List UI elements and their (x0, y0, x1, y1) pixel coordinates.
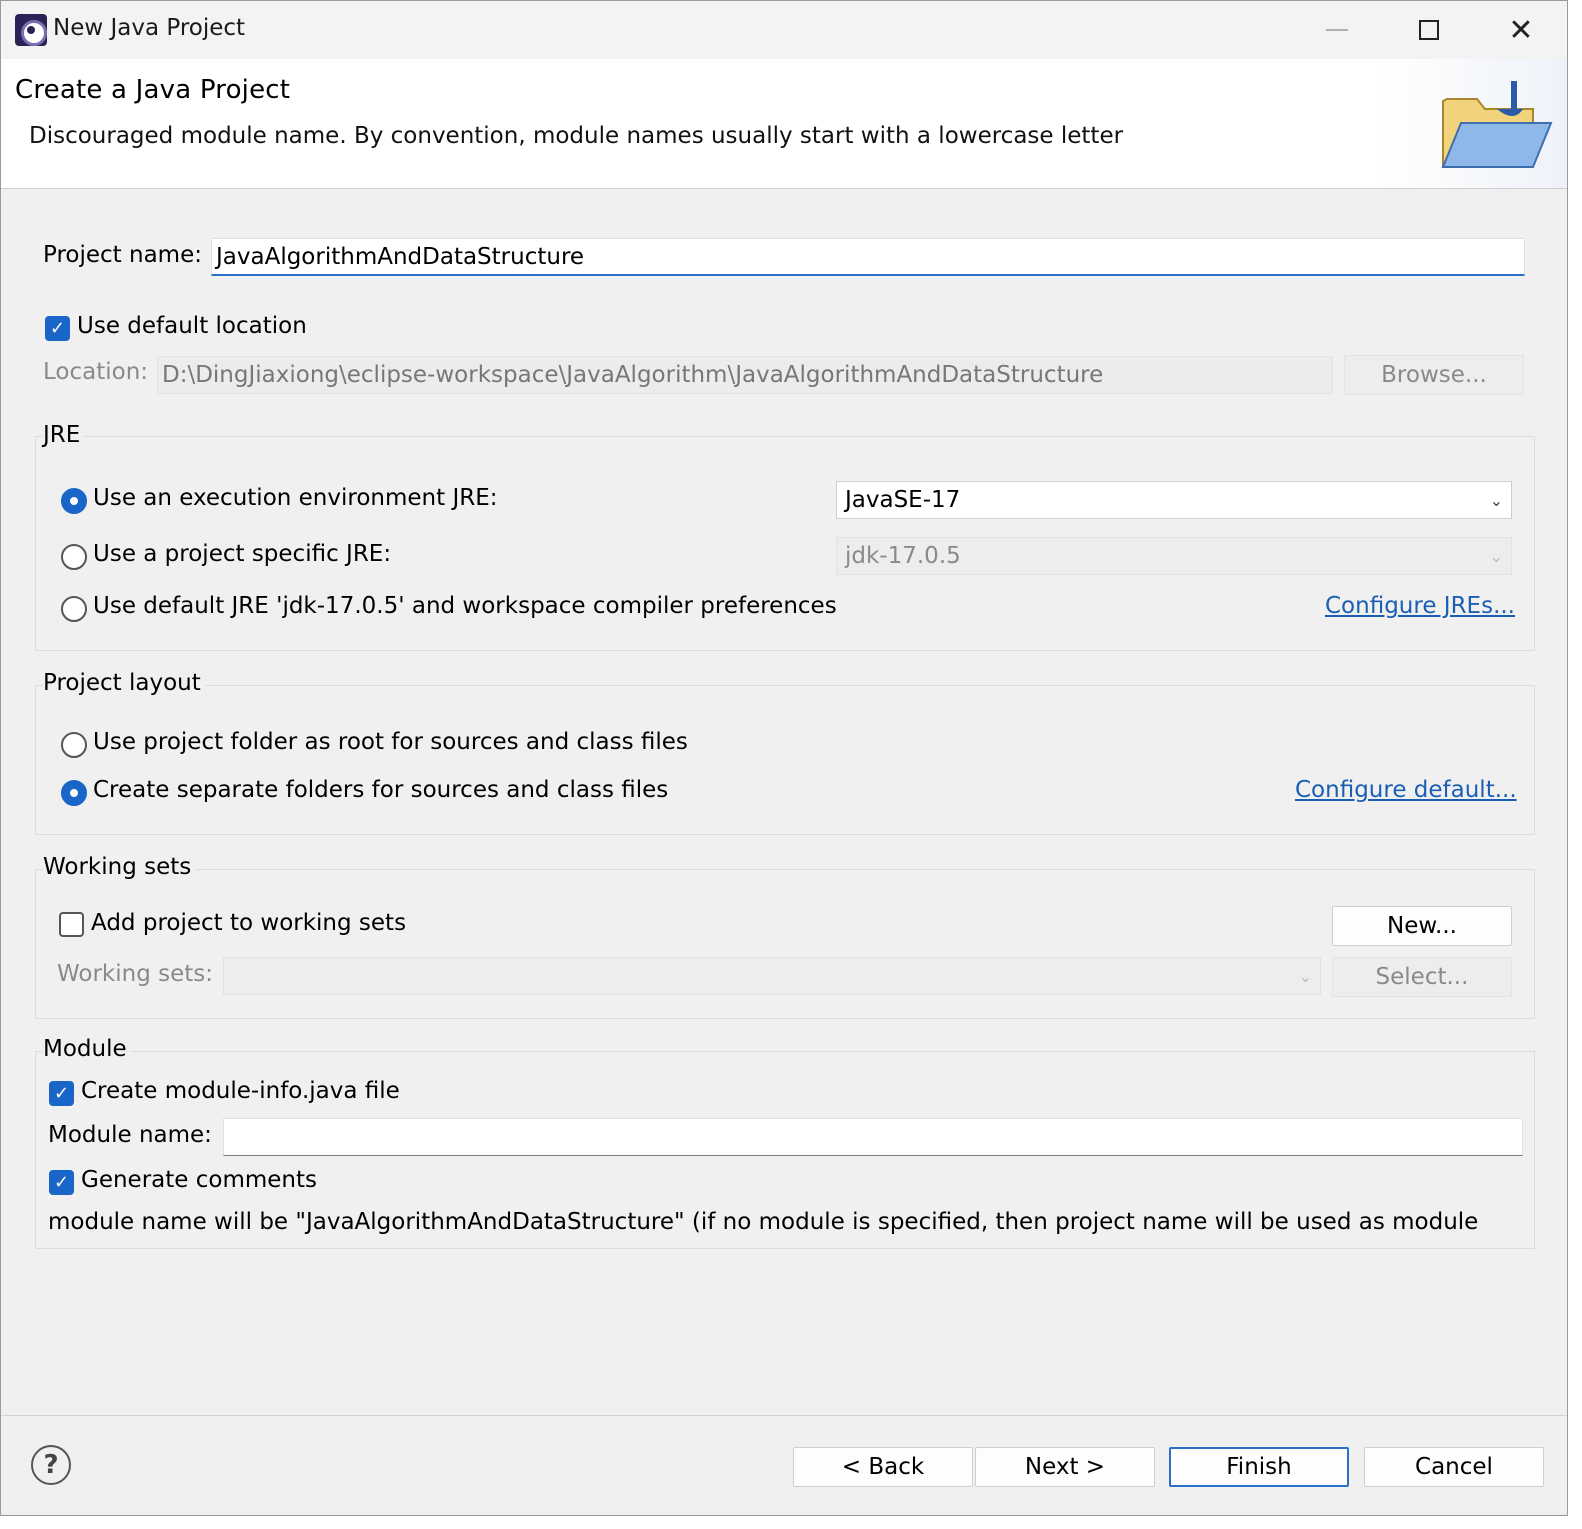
cancel-button[interactable]: Cancel (1364, 1447, 1544, 1487)
checkmark-icon: ✓ (53, 1082, 70, 1104)
finish-button[interactable]: Finish (1169, 1447, 1349, 1487)
new-java-project-dialog: New Java Project ✕ Create a Java Project… (0, 0, 1568, 1516)
title-bar: New Java Project ✕ (1, 1, 1567, 59)
footer-separator (1, 1415, 1567, 1416)
layout-root-radio[interactable] (61, 732, 87, 758)
close-button[interactable]: ✕ (1475, 1, 1567, 59)
project-layout-group (35, 685, 1535, 835)
execution-env-select[interactable]: JavaSE-17 ⌄ (836, 481, 1512, 519)
jre-default-label: Use default JRE 'jdk-17.0.5' and workspa… (93, 593, 837, 619)
close-icon: ✕ (1508, 12, 1534, 48)
chevron-down-icon: ⌄ (1298, 966, 1312, 986)
page-title: Create a Java Project (15, 75, 291, 105)
project-name-value: JavaAlgorithmAndDataStructure (216, 243, 585, 270)
project-name-input[interactable]: JavaAlgorithmAndDataStructure (211, 238, 1525, 276)
use-default-location-checkbox[interactable]: ✓ (45, 316, 70, 341)
generate-comments-checkbox[interactable]: ✓ (49, 1170, 74, 1195)
configure-jres-link[interactable]: Configure JREs... (1325, 593, 1515, 619)
project-specific-jre-select[interactable]: jdk-17.0.5 ⌄ (836, 537, 1512, 575)
project-name-label: Project name: (43, 242, 202, 268)
jre-project-specific-radio[interactable] (61, 544, 87, 570)
validation-message: Discouraged module name. By convention, … (29, 123, 1124, 149)
help-icon[interactable]: ? (31, 1445, 71, 1485)
create-module-info-checkbox[interactable]: ✓ (49, 1081, 74, 1106)
layout-separate-label: Create separate folders for sources and … (93, 777, 669, 803)
module-name-label: Module name: (48, 1122, 212, 1148)
checkmark-icon: ✓ (49, 317, 66, 339)
next-button[interactable]: Next > (975, 1447, 1155, 1487)
maximize-button[interactable] (1383, 1, 1475, 59)
java-project-folder-icon (1441, 81, 1553, 168)
minimize-button[interactable] (1291, 1, 1383, 59)
create-module-info-label: Create module-info.java file (81, 1078, 400, 1104)
back-button[interactable]: < Back (793, 1447, 973, 1487)
project-layout-group-title: Project layout (43, 670, 205, 696)
layout-root-label: Use project folder as root for sources a… (93, 729, 688, 755)
working-sets-select[interactable]: ⌄ (223, 957, 1321, 995)
jre-execution-env-radio[interactable] (61, 488, 87, 514)
working-sets-label: Working sets: (57, 961, 214, 987)
module-name-input[interactable] (223, 1118, 1523, 1156)
new-working-set-button[interactable]: New... (1332, 906, 1512, 946)
location-value: D:\DingJiaxiong\eclipse-workspace\JavaAl… (162, 362, 1104, 388)
select-working-sets-button[interactable]: Select... (1332, 957, 1512, 997)
add-to-working-sets-checkbox[interactable] (59, 912, 84, 937)
module-info-text: module name will be "JavaAlgorithmAndDat… (48, 1209, 1479, 1235)
layout-separate-radio[interactable] (61, 780, 87, 806)
wizard-banner: Create a Java Project Discouraged module… (1, 59, 1567, 189)
working-sets-group (35, 869, 1535, 1019)
location-input[interactable]: D:\DingJiaxiong\eclipse-workspace\JavaAl… (157, 356, 1333, 394)
chevron-down-icon: ⌄ (1489, 546, 1503, 566)
jre-default-radio[interactable] (61, 596, 87, 622)
generate-comments-label: Generate comments (81, 1167, 317, 1193)
minimize-icon (1326, 29, 1348, 31)
window-title: New Java Project (53, 15, 246, 41)
browse-button[interactable]: Browse... (1344, 355, 1524, 395)
jre-execution-env-label: Use an execution environment JRE: (93, 485, 498, 511)
module-group-title: Module (43, 1036, 131, 1062)
jre-group-title: JRE (43, 422, 85, 448)
chevron-down-icon: ⌄ (1489, 490, 1503, 510)
add-to-working-sets-label: Add project to working sets (91, 910, 407, 936)
use-default-location-label: Use default location (77, 313, 307, 339)
maximize-icon (1419, 20, 1439, 40)
project-specific-jre-value: jdk-17.0.5 (845, 543, 961, 569)
eclipse-app-icon (15, 14, 47, 46)
configure-default-link[interactable]: Configure default... (1295, 777, 1517, 803)
checkmark-icon: ✓ (53, 1171, 70, 1193)
location-label: Location: (43, 359, 149, 385)
working-sets-group-title: Working sets (43, 854, 196, 880)
jre-project-specific-label: Use a project specific JRE: (93, 541, 392, 567)
execution-env-value: JavaSE-17 (845, 487, 961, 513)
